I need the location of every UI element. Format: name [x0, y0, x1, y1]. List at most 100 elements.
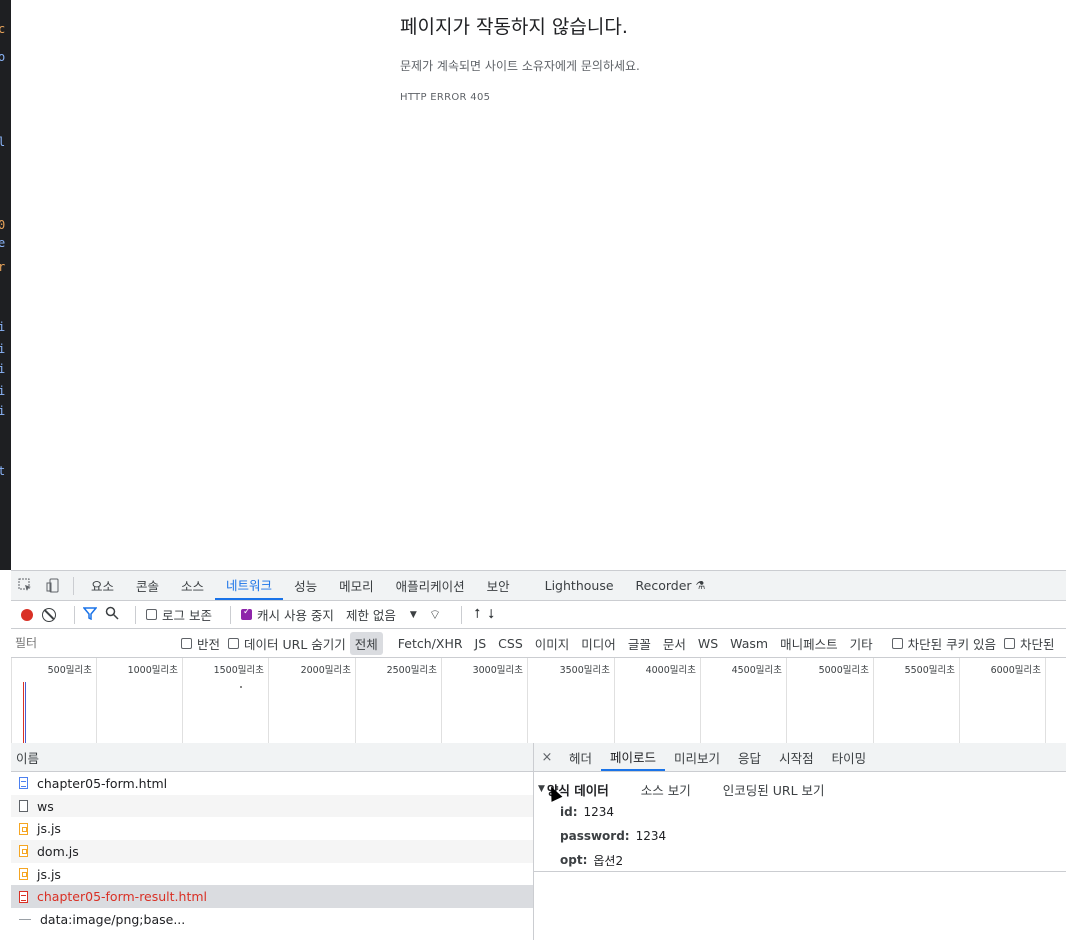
document-icon — [19, 777, 28, 790]
network-conditions-icon[interactable]: ⌔ — [429, 607, 441, 623]
preserve-log-checkbox[interactable]: 로그 보존 — [146, 605, 212, 624]
tab-application[interactable]: 애플리케이션 — [385, 571, 476, 600]
divider — [74, 605, 75, 624]
disable-cache-label: 캐시 사용 중지 — [256, 608, 334, 623]
checkbox-box[interactable] — [1004, 637, 1016, 649]
request-row[interactable]: data:image/png;base... — [11, 908, 533, 931]
tab-timing[interactable]: 타이밍 — [823, 743, 876, 771]
throttle-label: 제한 없음 — [345, 608, 396, 623]
view-source-link[interactable]: 소스 보기 — [641, 780, 691, 799]
filter-type-media[interactable]: 미디어 — [576, 632, 621, 655]
filter-type-ws[interactable]: WS — [693, 634, 723, 653]
tab-recorder[interactable]: Recorder ⚗ — [625, 571, 717, 600]
tab-lighthouse[interactable]: Lighthouse — [534, 571, 625, 600]
script-icon — [19, 822, 28, 835]
filter-type-other[interactable]: 기타 — [845, 632, 878, 655]
filter-input[interactable] — [13, 632, 167, 654]
request-row[interactable]: chapter05-form.html — [11, 772, 533, 795]
filter-type-fetch-xhr[interactable]: Fetch/XHR — [393, 634, 468, 653]
form-data-section: ▼ 양식 데이터 소스 보기 인코딩된 URL 보기 id: 1234 pass… — [534, 772, 1066, 872]
form-field-value: 1234 — [635, 829, 667, 843]
checkbox-box[interactable] — [181, 637, 192, 649]
tab-preview[interactable]: 미리보기 — [665, 743, 729, 771]
checkbox-box-checked[interactable] — [240, 607, 252, 620]
request-name: chapter05-form.html — [37, 775, 168, 791]
error-title: 페이지가 작동하지 않습니다. — [400, 16, 628, 38]
form-field-value: 옵션2 — [593, 853, 624, 868]
divider — [73, 576, 74, 595]
hide-data-urls-label: 데이터 URL 숨기기 — [244, 636, 346, 652]
error-code: HTTP ERROR 405 — [400, 92, 491, 103]
throttle-select[interactable]: 제한 없음 ▼ — [346, 605, 417, 624]
filter-type-image[interactable]: 이미지 — [530, 632, 575, 655]
tab-elements[interactable]: 요소 — [80, 571, 125, 600]
tab-payload[interactable]: 페이로드 — [601, 743, 666, 771]
import-har-icon[interactable]: ⭡ — [474, 607, 480, 622]
invert-label: 반전 — [197, 636, 221, 652]
timeline-tick-label: 3500밀리초 — [559, 665, 610, 676]
tab-headers[interactable]: 헤더 — [560, 743, 601, 771]
tab-response[interactable]: 응답 — [729, 743, 770, 771]
timeline-tick-label: 5000밀리초 — [818, 665, 869, 676]
blocked-cookies-checkbox[interactable]: 차단된 쿠키 있음 — [891, 634, 996, 653]
tab-security[interactable]: 보안 — [476, 571, 521, 600]
timeline-tick-label: 6000밀리초 — [990, 665, 1041, 676]
timeline-load-marker — [23, 682, 24, 744]
filter-type-wasm[interactable]: Wasm — [725, 634, 773, 653]
network-timeline[interactable]: 500밀리초 1000밀리초 1500밀리초 2000밀리초 2500밀리초 3… — [11, 658, 1066, 745]
caret-down-icon[interactable]: ▼ — [538, 784, 545, 794]
preserve-log-label: 로그 보존 — [162, 608, 212, 623]
document-error-icon — [19, 890, 28, 903]
name-column-header[interactable]: 이름 — [11, 743, 533, 772]
close-icon[interactable]: × — [534, 750, 560, 765]
filter-type-js[interactable]: JS — [470, 634, 492, 653]
clear-icon[interactable] — [42, 607, 56, 622]
checkbox-box[interactable] — [228, 637, 240, 649]
request-name: js.js — [37, 821, 61, 837]
devtools-tabs-bar: 요소 콘솔 소스 네트워크 성능 메모리 애플리케이션 보안 Lighthous… — [11, 571, 1066, 601]
filter-type-css[interactable]: CSS — [493, 634, 528, 653]
tab-console[interactable]: 콘솔 — [125, 571, 170, 600]
disable-cache-checkbox[interactable]: 캐시 사용 중지 — [240, 605, 334, 624]
blocked-requests-checkbox[interactable]: 차단된 — [1004, 634, 1055, 653]
invert-checkbox[interactable]: 반전 — [181, 634, 220, 653]
timeline-tick-label: 500밀리초 — [47, 665, 92, 676]
view-url-encoded-link[interactable]: 인코딩된 URL 보기 — [723, 780, 825, 799]
error-description: 문제가 계속되면 사이트 소유자에게 문의하세요. — [400, 59, 640, 73]
tab-memory[interactable]: 메모리 — [328, 571, 385, 600]
timeline-tick-label: 4500밀리초 — [731, 665, 782, 676]
filter-icon[interactable] — [82, 606, 98, 623]
request-row[interactable]: dom.js — [11, 840, 533, 863]
request-row-selected[interactable]: chapter05-form-result.html — [11, 885, 533, 909]
request-row[interactable]: ws — [11, 794, 533, 818]
tab-sources[interactable]: 소스 — [170, 571, 215, 600]
tab-initiator[interactable]: 시작점 — [770, 743, 823, 771]
search-icon[interactable] — [105, 606, 119, 623]
request-row[interactable]: js.js — [11, 817, 533, 840]
form-data-header[interactable]: ▼ 양식 데이터 소스 보기 인코딩된 URL 보기 — [538, 778, 1066, 800]
request-detail-pane: × 헤더 페이로드 미리보기 응답 시작점 타이밍 ▼ 양식 데이터 소스 보기… — [534, 743, 1066, 940]
devtools-panel: 요소 콘솔 소스 네트워크 성능 메모리 애플리케이션 보안 Lighthous… — [11, 570, 1066, 940]
checkbox-box[interactable] — [891, 637, 903, 649]
record-icon[interactable] — [21, 608, 33, 621]
timeline-tick-label: 3000밀리초 — [472, 665, 523, 676]
timeline-tick: 4000밀리초 — [614, 658, 700, 744]
timeline-tick-label: 2500밀리초 — [386, 665, 437, 676]
timeline-tick: 1000밀리초 — [96, 658, 182, 744]
filter-type-font[interactable]: 글꼴 — [623, 632, 656, 655]
checkbox-box[interactable] — [146, 609, 157, 620]
websocket-icon — [19, 800, 28, 813]
filter-type-all[interactable]: 전체 — [349, 631, 383, 655]
filter-type-doc[interactable]: 문서 — [658, 632, 691, 655]
device-toggle-icon[interactable] — [39, 572, 67, 600]
tab-network[interactable]: 네트워크 — [215, 571, 284, 600]
inspect-element-icon[interactable] — [11, 572, 39, 600]
export-har-icon[interactable]: ⭣ — [488, 607, 494, 622]
tab-performance[interactable]: 성능 — [283, 571, 328, 600]
filter-type-manifest[interactable]: 매니페스트 — [775, 632, 843, 655]
network-toolbar: 로그 보존 캐시 사용 중지 제한 없음 ▼ ⌔ ⭡ ⭣ — [11, 601, 1066, 629]
data-url-icon — [19, 918, 31, 920]
request-row[interactable]: js.js — [11, 863, 533, 886]
timeline-tick: 1500밀리초 — [182, 658, 268, 744]
hide-data-urls-checkbox[interactable]: 데이터 URL 숨기기 — [228, 634, 346, 653]
